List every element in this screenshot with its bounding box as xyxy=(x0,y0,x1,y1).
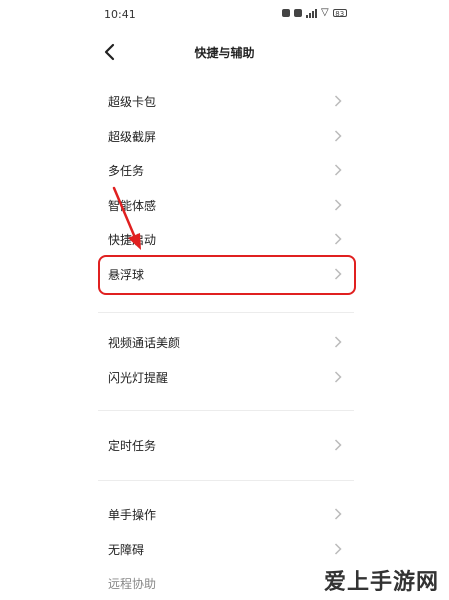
section-divider xyxy=(98,410,354,411)
row-flash-alert[interactable]: 闪光灯提醒 xyxy=(98,362,354,392)
row-label: 视频通话美颜 xyxy=(108,336,181,350)
chevron-right-icon xyxy=(334,199,342,211)
row-label: 超级截屏 xyxy=(108,130,157,144)
chevron-right-icon xyxy=(334,233,342,245)
row-label: 远程协助 xyxy=(108,577,157,591)
chevron-right-icon xyxy=(334,336,342,348)
nfc-icon xyxy=(294,9,302,17)
chevron-right-icon xyxy=(334,95,342,107)
row-label: 定时任务 xyxy=(108,439,157,453)
wifi-icon: ▽ xyxy=(321,7,329,18)
watermark-text: 爱上手游网 xyxy=(323,570,439,595)
row-accessibility[interactable]: 无障碍 xyxy=(98,534,354,564)
row-remote-assist[interactable]: 远程协助 xyxy=(98,568,354,598)
row-label: 超级卡包 xyxy=(108,95,157,109)
row-super-screenshot[interactable]: 超级截屏 xyxy=(98,121,354,151)
nav-bar: 快捷与辅助 xyxy=(0,34,449,70)
page-title: 快捷与辅助 xyxy=(194,46,255,60)
annotation-highlight-box xyxy=(98,255,356,295)
row-label: 多任务 xyxy=(108,164,145,178)
chevron-right-icon xyxy=(334,508,342,520)
row-label: 无障碍 xyxy=(108,543,145,557)
status-bar: 10:41 ▽ 83 xyxy=(0,0,449,28)
chevron-right-icon xyxy=(334,543,342,555)
row-scheduled-task[interactable]: 定时任务 xyxy=(98,430,354,460)
signal-icon xyxy=(306,8,317,18)
status-time: 10:41 xyxy=(104,8,136,21)
row-label: 闪光灯提醒 xyxy=(108,371,169,385)
chevron-right-icon xyxy=(334,371,342,383)
row-label: 单手操作 xyxy=(108,508,157,522)
section-divider xyxy=(98,312,354,313)
notification-icon xyxy=(282,9,290,17)
status-icons: ▽ 83 xyxy=(282,7,347,19)
row-video-call-beauty[interactable]: 视频通话美颜 xyxy=(98,327,354,357)
chevron-right-icon xyxy=(334,130,342,142)
row-multitask[interactable]: 多任务 xyxy=(98,155,354,185)
row-one-hand-mode[interactable]: 单手操作 xyxy=(98,499,354,529)
chevron-right-icon xyxy=(334,439,342,451)
chevron-right-icon xyxy=(334,164,342,176)
row-super-card-pack[interactable]: 超级卡包 xyxy=(98,86,354,116)
annotation-arrow-icon xyxy=(112,186,141,250)
battery-icon: 83 xyxy=(332,9,347,18)
section-divider xyxy=(98,480,354,481)
